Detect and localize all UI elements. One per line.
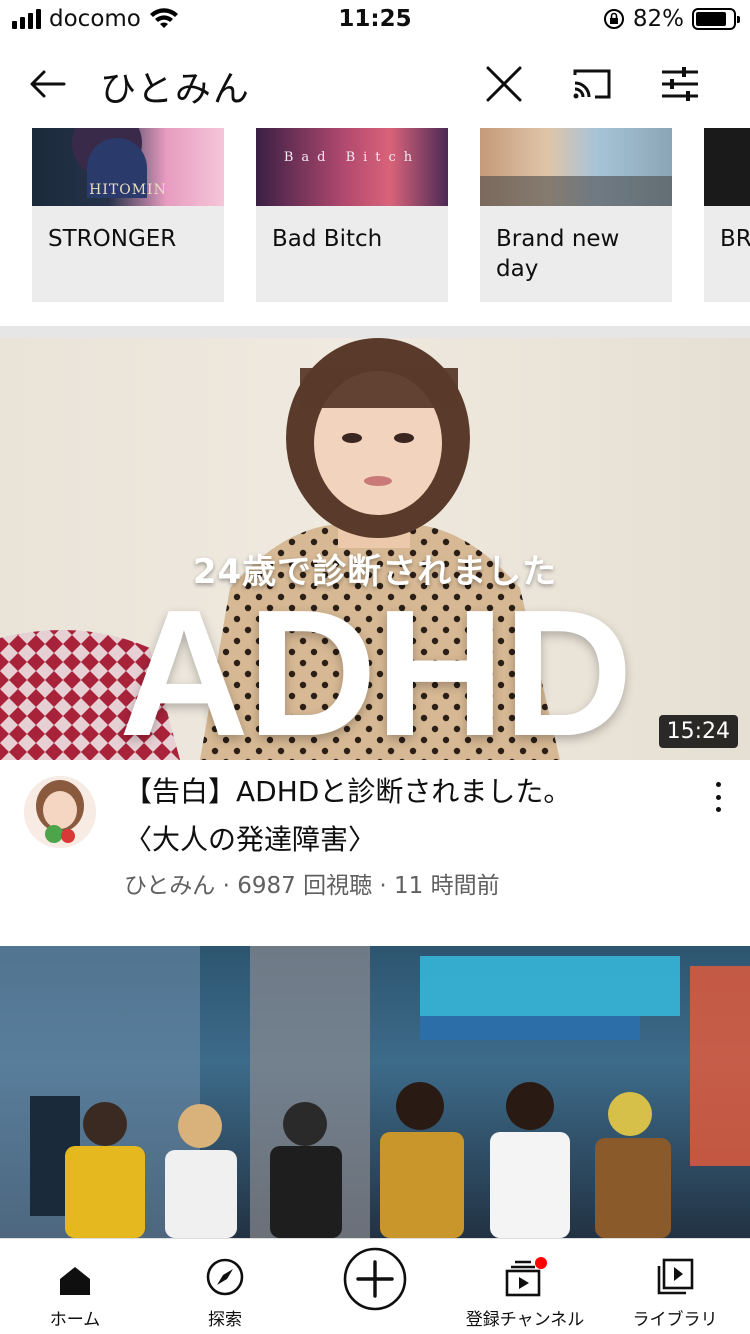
nav-home[interactable]: ホーム [0, 1239, 150, 1334]
shelf-card-title: STRONGER [48, 226, 177, 252]
search-header: ひとみん [0, 48, 750, 120]
song-shelf: HITOMIN STRONGER Bad Bitch Bad Bitch Bra… [32, 128, 750, 302]
compass-icon [206, 1258, 244, 1296]
shelf-thumbnail: Bad Bitch [256, 128, 448, 206]
video-info: ひとみん · 6987 回視聴 · 11 時間前 [124, 873, 500, 899]
subscriptions-icon [505, 1257, 547, 1297]
video-title-line1: 【告白】ADHDと診断されました。 [124, 775, 572, 808]
back-button[interactable] [18, 54, 78, 114]
shelf-thumbnail [704, 128, 750, 206]
search-query[interactable]: ひとみん [100, 60, 251, 112]
section-divider [0, 326, 750, 338]
kebab-dot [715, 807, 721, 812]
shelf-card[interactable]: BR DC [704, 128, 750, 302]
battery-icon [692, 8, 740, 30]
avatar-image [24, 776, 96, 848]
status-right: 82% [603, 6, 740, 32]
shelf-card[interactable]: Bad Bitch Bad Bitch [256, 128, 448, 302]
nav-subscriptions[interactable]: 登録チャンネル [450, 1239, 600, 1334]
thumbnail-headline: ADHD [119, 573, 633, 761]
nav-create[interactable] [300, 1239, 450, 1334]
video-meta: 【告白】ADHDと診断されました。 〈大人の発達障害〉 ひとみん · 6987 … [0, 760, 750, 920]
nav-library-label: ライブラリ [632, 1310, 718, 1330]
orientation-lock-icon [603, 9, 624, 29]
shelf-card-title: Brand new day [496, 226, 620, 282]
cast-icon [573, 69, 611, 99]
thumbnail-logo-text: HITOMIN [89, 182, 167, 198]
sliders-icon [662, 67, 698, 101]
video-title[interactable]: 【告白】ADHDと診断されました。 〈大人の発達障害〉 [124, 774, 684, 870]
shelf-card[interactable]: Brand new day [480, 128, 672, 302]
nav-explore[interactable]: 探索 [150, 1239, 300, 1334]
shelf-card[interactable]: HITOMIN STRONGER [32, 128, 224, 302]
video-thumbnail[interactable]: 24歳で診断されました ADHD 15:24 [0, 338, 750, 760]
nav-explore-label: 探索 [208, 1310, 242, 1330]
clear-search-button[interactable] [474, 54, 534, 114]
status-bar: docomo 11:25 82% [0, 0, 750, 40]
nav-subscriptions-label: 登録チャンネル [465, 1310, 585, 1330]
plus-circle-icon [343, 1247, 407, 1311]
duration-badge: 15:24 [658, 715, 738, 748]
nav-library[interactable]: ライブラリ [600, 1239, 750, 1334]
cast-button[interactable] [562, 54, 622, 114]
video-title-line2: 〈大人の発達障害〉 [124, 823, 377, 856]
shelf-thumbnail [480, 128, 672, 206]
more-options-button[interactable] [708, 782, 728, 812]
filter-button[interactable] [650, 54, 710, 114]
battery-percent: 82% [632, 6, 684, 32]
close-icon [486, 66, 522, 102]
home-icon [60, 1267, 90, 1295]
shelf-card-title: BR DC [720, 226, 750, 252]
nav-home-label: ホーム [49, 1310, 101, 1330]
kebab-dot [715, 794, 721, 800]
bottom-navigation: ホーム 探索 登録チャンネル ライブラリ [0, 1238, 750, 1334]
shelf-thumbnail: HITOMIN [32, 128, 224, 206]
video-thumbnail[interactable] [0, 946, 750, 1238]
shelf-card-title: Bad Bitch [272, 226, 383, 252]
library-icon [657, 1258, 694, 1295]
channel-avatar[interactable] [24, 776, 96, 848]
kebab-dot [715, 782, 721, 787]
arrow-left-icon [30, 70, 66, 98]
thumbnail-photo [0, 946, 750, 1238]
thumbnail-logo-text: Bad Bitch [283, 150, 421, 165]
